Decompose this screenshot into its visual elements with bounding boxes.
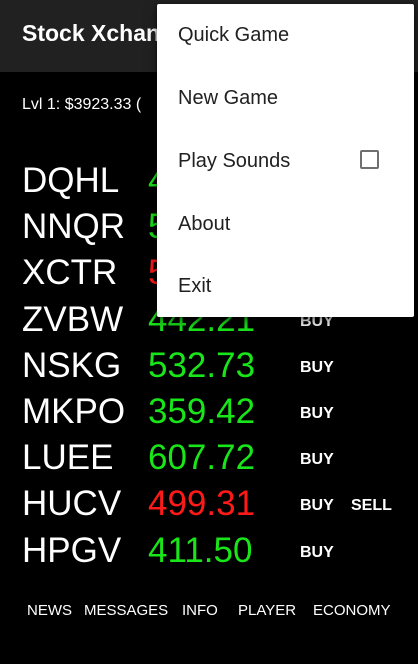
stock-price: 359.42 [148,392,256,431]
nav-info[interactable]: INFO [182,602,218,619]
menu-item-exit[interactable]: Exit [157,255,414,318]
stock-row: HUCV 499.31 BUY SELL [0,484,418,530]
menu-item-play-sounds[interactable]: Play Sounds [157,130,414,193]
stock-price: 607.72 [148,438,256,477]
menu-item-label: Play Sounds [178,150,291,172]
stock-price: 532.73 [148,346,256,385]
bottom-nav: NEWS MESSAGES INFO PLAYER ECONOMY [0,602,418,624]
menu-item-label: New Game [178,87,279,109]
stock-ticker: NSKG [22,346,122,385]
menu-item-about[interactable]: About [157,193,414,256]
stock-row: MKPO 359.42 BUY [0,392,418,438]
buy-button[interactable]: BUY [300,496,334,516]
stock-price: 411.50 [148,531,253,570]
overflow-menu: Quick Game New Game Play Sounds About Ex… [157,4,414,317]
nav-player[interactable]: PLAYER [238,602,296,619]
buy-button[interactable]: BUY [300,543,334,563]
stock-ticker: HUCV [22,484,122,523]
stock-row: LUEE 607.72 BUY [0,438,418,484]
level-balance-text: Lvl 1: $3923.33 ( [22,96,142,113]
stock-price: 499.31 [148,484,256,523]
play-sounds-checkbox[interactable] [360,150,379,169]
menu-item-quick-game[interactable]: Quick Game [157,4,414,67]
menu-item-label: Exit [178,275,212,297]
nav-economy[interactable]: ECONOMY [313,602,391,619]
buy-button[interactable]: BUY [300,404,334,424]
stock-ticker: MKPO [22,392,126,431]
nav-news[interactable]: NEWS [27,602,72,619]
stock-ticker: LUEE [22,438,114,477]
menu-item-label: About [178,213,231,235]
buy-button[interactable]: BUY [300,358,334,378]
stock-row: NSKG 532.73 BUY [0,346,418,392]
nav-messages[interactable]: MESSAGES [84,602,168,619]
stock-ticker: ZVBW [22,300,124,339]
stock-ticker: DQHL [22,161,120,200]
stock-ticker: HPGV [22,531,122,570]
stock-row: HPGV 411.50 BUY [0,531,418,577]
stock-ticker: XCTR [22,253,118,292]
stock-ticker: NNQR [22,207,126,246]
sell-button[interactable]: SELL [351,496,392,516]
buy-button[interactable]: BUY [300,450,334,470]
menu-item-label: Quick Game [178,24,290,46]
menu-item-new-game[interactable]: New Game [157,67,414,130]
